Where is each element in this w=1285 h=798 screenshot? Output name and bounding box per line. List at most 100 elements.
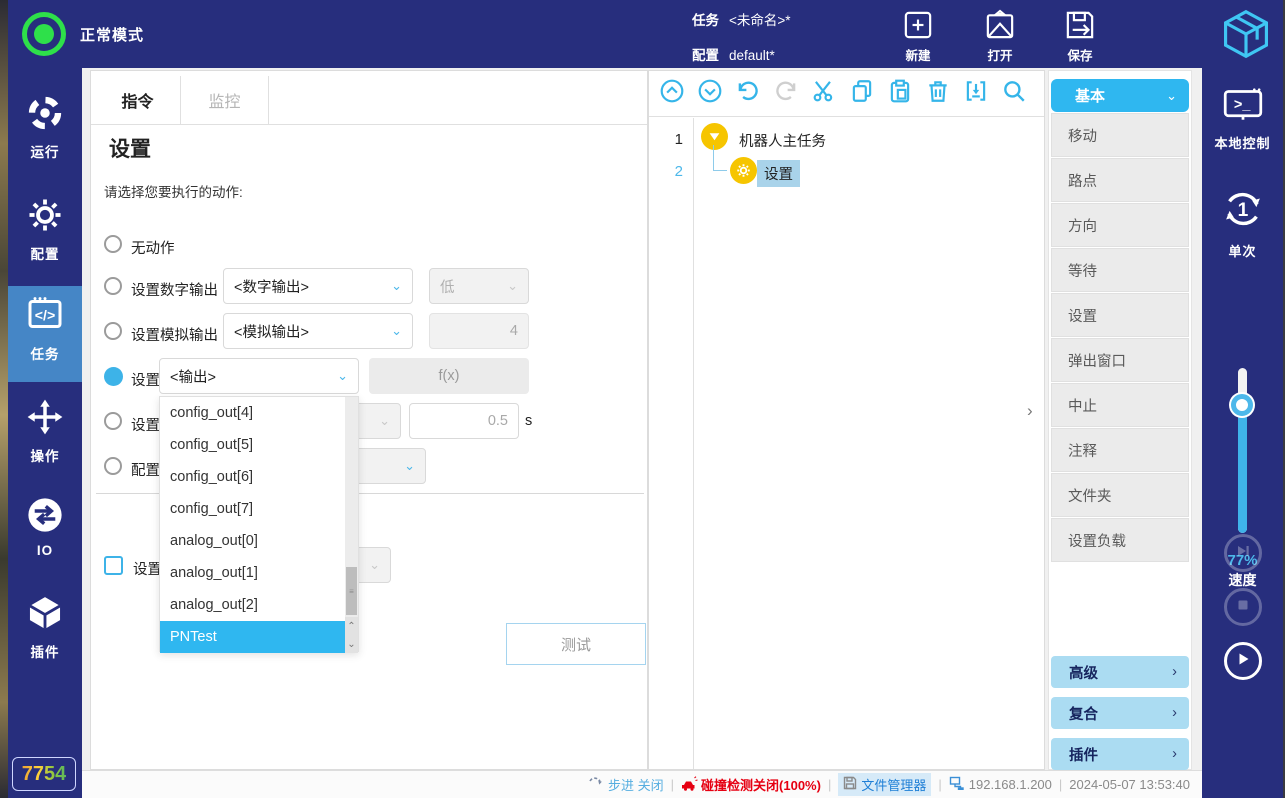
local-control-button[interactable]: >_ 本地控制 <box>1202 88 1283 152</box>
search-icon[interactable] <box>1001 78 1027 109</box>
file-manager-button[interactable]: 文件管理器 <box>838 773 931 796</box>
radio-analog-output[interactable] <box>104 322 122 340</box>
sidebar-item-task[interactable]: </> 任务 <box>8 286 82 382</box>
radio-set-output-label: 设置 <box>131 369 160 390</box>
collision-status[interactable]: 碰撞检测关闭(100%) <box>681 775 821 794</box>
chevron-down-icon: ⌄ <box>1166 88 1177 104</box>
step-forward-button[interactable] <box>1224 534 1262 572</box>
digital-output-select[interactable]: <数字输出>⌄ <box>223 268 413 304</box>
test-button[interactable]: 测试 <box>506 623 646 665</box>
set-node-gear-icon[interactable] <box>730 157 757 184</box>
menu-item-direction[interactable]: 方向 <box>1051 203 1189 247</box>
sidebar-item-plugin[interactable]: 插件 <box>8 586 82 661</box>
speed-slider-handle[interactable] <box>1231 394 1253 416</box>
output-select[interactable]: <输出>⌄ <box>159 358 359 394</box>
form-title: 设置 <box>109 133 151 163</box>
radio-no-action[interactable] <box>104 235 122 253</box>
right-control-bar: >_ 本地控制 1 单次 77% 速度 <box>1202 68 1283 798</box>
dropdown-option[interactable]: config_out[6] <box>160 461 347 493</box>
set-checkbox[interactable] <box>104 556 123 575</box>
fx-expression-button[interactable]: f(x) <box>369 358 529 394</box>
analog-output-select[interactable]: <模拟输出>⌄ <box>223 313 413 349</box>
dropdown-scroll-down-icon[interactable]: ⌄ <box>345 635 358 653</box>
sidebar-item-operate[interactable]: 操作 <box>8 390 82 465</box>
copy-icon[interactable] <box>849 78 875 109</box>
step-status[interactable]: 步进 关闭 <box>588 775 664 794</box>
dropdown-scrollbar-thumb[interactable]: ≡ <box>346 567 357 615</box>
stop-button[interactable] <box>1224 588 1262 626</box>
task-code-icon: </> <box>25 321 65 338</box>
radio-no-action-label: 无动作 <box>131 237 175 258</box>
panel-expander-chevron[interactable]: › <box>1027 401 1033 421</box>
radio-digital-output[interactable] <box>104 277 122 295</box>
single-cycle-button[interactable]: 1 单次 <box>1202 186 1283 260</box>
sidebar-item-run[interactable]: 运行 <box>8 86 82 161</box>
new-button-label: 新建 <box>886 45 950 64</box>
analog-value-field[interactable]: 4 <box>429 313 529 349</box>
radio-set-output[interactable] <box>104 367 123 386</box>
menu-group-plugin[interactable]: 插件› <box>1051 738 1189 770</box>
single-cycle-icon: 1 <box>1220 219 1266 236</box>
sidebar-item-io[interactable]: IO <box>8 488 82 558</box>
move-up-icon[interactable] <box>659 78 685 109</box>
move-down-icon[interactable] <box>697 78 723 109</box>
dropdown-scroll-up-icon[interactable]: ⌃ <box>345 617 358 635</box>
play-button[interactable] <box>1224 642 1262 680</box>
paste-icon[interactable] <box>887 78 913 109</box>
form-subtitle: 请选择您要执行的动作: <box>104 181 243 201</box>
chevron-down-icon: ⌄ <box>391 323 402 339</box>
tree-node-set-selected[interactable]: 设置 <box>757 160 800 187</box>
single-count-glyph: 1 <box>1237 200 1248 221</box>
dropdown-option[interactable]: config_out[7] <box>160 493 347 525</box>
sidebar-item-config[interactable]: 配置 <box>8 188 82 263</box>
open-button-label: 打开 <box>968 45 1032 64</box>
menu-item-folder[interactable]: 文件夹 <box>1051 473 1189 517</box>
dropdown-option[interactable]: analog_out[1] <box>160 557 347 589</box>
digital-level-select[interactable]: 低⌄ <box>429 268 529 304</box>
dropdown-option[interactable]: analog_out[2] <box>160 589 347 621</box>
undo-icon[interactable] <box>735 78 761 109</box>
tab-monitor[interactable]: 监控 <box>181 76 269 124</box>
status-bar: 步进 关闭 | 碰撞检测关闭(100%) | 文件管理器 | 192.168.1… <box>82 770 1202 798</box>
app-root: 正常模式 任务<未命名>* 配置default* 新建 打开 保存 运行 配置 <box>0 0 1285 798</box>
stop-icon <box>1234 596 1252 619</box>
menu-item-set[interactable]: 设置 <box>1051 293 1189 337</box>
radio-pulse-output[interactable] <box>104 412 122 430</box>
dropdown-option[interactable]: analog_out[0] <box>160 525 347 557</box>
menu-header-basic[interactable]: 基本⌄ <box>1051 79 1189 112</box>
chevron-down-icon: ⌄ <box>369 557 380 573</box>
delete-icon[interactable] <box>925 78 951 109</box>
dropdown-option[interactable]: config_out[4] <box>160 397 347 429</box>
menu-item-popup[interactable]: 弹出窗口 <box>1051 338 1189 382</box>
dropdown-option-selected[interactable]: PNTest <box>160 621 347 653</box>
speed-slider-fill <box>1238 404 1247 533</box>
redo-icon[interactable] <box>773 78 799 109</box>
menu-item-wait[interactable]: 等待 <box>1051 248 1189 292</box>
sidebar-item-label: 任务 <box>8 343 82 363</box>
menu-group-composite[interactable]: 复合› <box>1051 697 1189 729</box>
file-manager-icon <box>843 776 857 793</box>
new-button[interactable]: 新建 <box>886 8 950 64</box>
tree-node-root[interactable]: 机器人主任务 <box>732 127 833 154</box>
move-arrows-icon <box>26 423 64 440</box>
speed-slider[interactable] <box>1238 368 1247 533</box>
menu-item-waypoint[interactable]: 路点 <box>1051 158 1189 202</box>
menu-group-advanced[interactable]: 高级› <box>1051 656 1189 688</box>
pulse-time-field[interactable]: 0.5 <box>409 403 519 439</box>
tab-command[interactable]: 指令 <box>95 76 181 124</box>
dropdown-scrollbar[interactable]: ≡ ⌃ ⌄ <box>345 397 358 653</box>
menu-item-set-payload[interactable]: 设置负载 <box>1051 518 1189 562</box>
config-label: 配置 <box>692 48 719 63</box>
menu-item-comment[interactable]: 注释 <box>1051 428 1189 472</box>
save-button[interactable]: 保存 <box>1048 8 1112 64</box>
radio-config-output[interactable] <box>104 457 122 475</box>
cut-icon[interactable] <box>811 78 837 109</box>
dropdown-option[interactable]: config_out[5] <box>160 429 347 461</box>
open-button[interactable]: 打开 <box>968 8 1032 64</box>
menu-item-abort[interactable]: 中止 <box>1051 383 1189 427</box>
robot-serial-badge: 7754 <box>12 757 76 791</box>
tree-line-number: 1 <box>649 131 683 148</box>
insert-icon[interactable] <box>963 78 989 109</box>
menu-item-move[interactable]: 移动 <box>1051 113 1189 157</box>
output-dropdown-list: config_out[4] config_out[5] config_out[6… <box>159 396 359 652</box>
